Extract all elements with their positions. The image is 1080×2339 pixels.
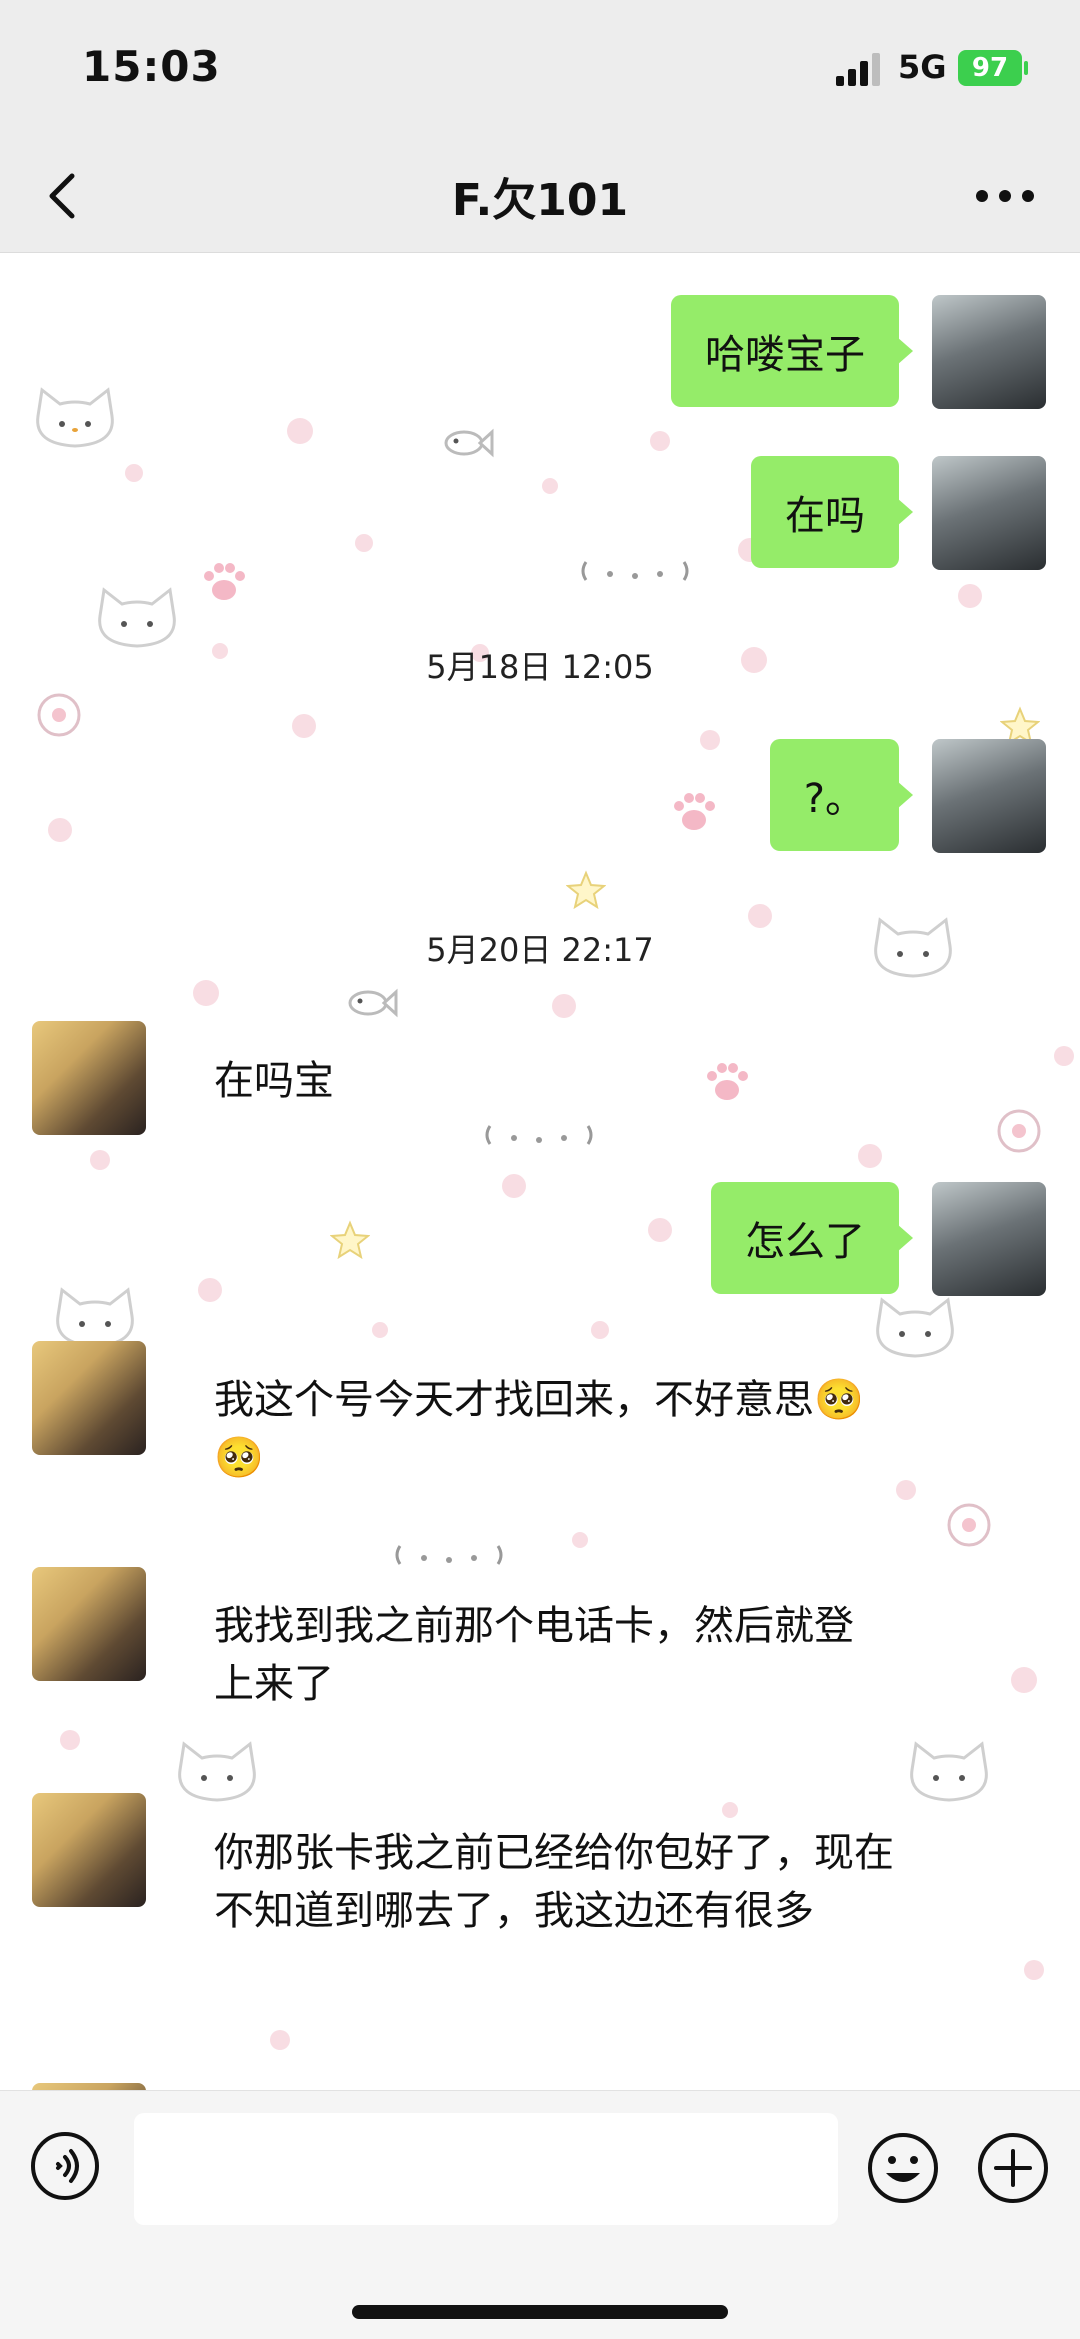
my-avatar[interactable]	[932, 739, 1046, 853]
contact-avatar[interactable]	[32, 1021, 146, 1135]
my-avatar[interactable]	[932, 1182, 1046, 1296]
my-avatar[interactable]	[932, 295, 1046, 409]
incoming-message[interactable]: 在吗宝	[214, 1052, 914, 1110]
pink-dots-decoration	[48, 418, 1074, 2050]
message-timestamp: 5月20日 22:17	[426, 931, 654, 969]
emoji-icon[interactable]	[866, 2131, 940, 2205]
battery-icon: 97	[958, 50, 1028, 86]
chat-messages[interactable]: 哈喽宝子 在吗 5月18日 12:05 ?。 5月20日 22:17 在吗宝 怎…	[0, 253, 1080, 2090]
more-dots-icon[interactable]	[970, 168, 1040, 224]
voice-icon[interactable]	[30, 2131, 100, 2201]
contact-avatar[interactable]	[32, 1567, 146, 1681]
contact-avatar[interactable]	[32, 1341, 146, 1455]
status-bar: 15:03 5G 97	[0, 0, 1080, 140]
outgoing-message[interactable]: 哈喽宝子	[671, 295, 913, 407]
outgoing-message[interactable]: 在吗	[751, 456, 913, 568]
contact-avatar[interactable]	[32, 1793, 146, 1907]
input-bar	[0, 2090, 1080, 2339]
my-avatar[interactable]	[932, 456, 1046, 570]
plus-icon[interactable]	[976, 2131, 1050, 2205]
home-indicator[interactable]	[352, 2305, 728, 2319]
chat-title: F.欠101	[451, 175, 629, 226]
signal-icon	[836, 53, 880, 86]
chat-header: F.欠101	[0, 140, 1080, 253]
contact-avatar[interactable]	[32, 2083, 146, 2090]
battery-level: 97	[971, 53, 1009, 83]
incoming-message[interactable]: 我这个号今天才找回来，不好意思🥺🥺	[214, 1371, 874, 1487]
outgoing-message[interactable]: 怎么了	[711, 1182, 913, 1294]
incoming-message[interactable]: 你那张卡我之前已经给你包好了，现在不知道到哪去了，我这边还有很多	[214, 1824, 904, 1940]
outgoing-message[interactable]: ?。	[769, 739, 914, 851]
message-timestamp: 5月18日 12:05	[426, 648, 654, 686]
message-input[interactable]	[134, 2113, 838, 2225]
status-time: 15:03	[82, 42, 221, 91]
incoming-message[interactable]: 我找到我之前那个电话卡，然后就登上来了	[214, 1597, 874, 1713]
network-type: 5G	[898, 48, 947, 86]
